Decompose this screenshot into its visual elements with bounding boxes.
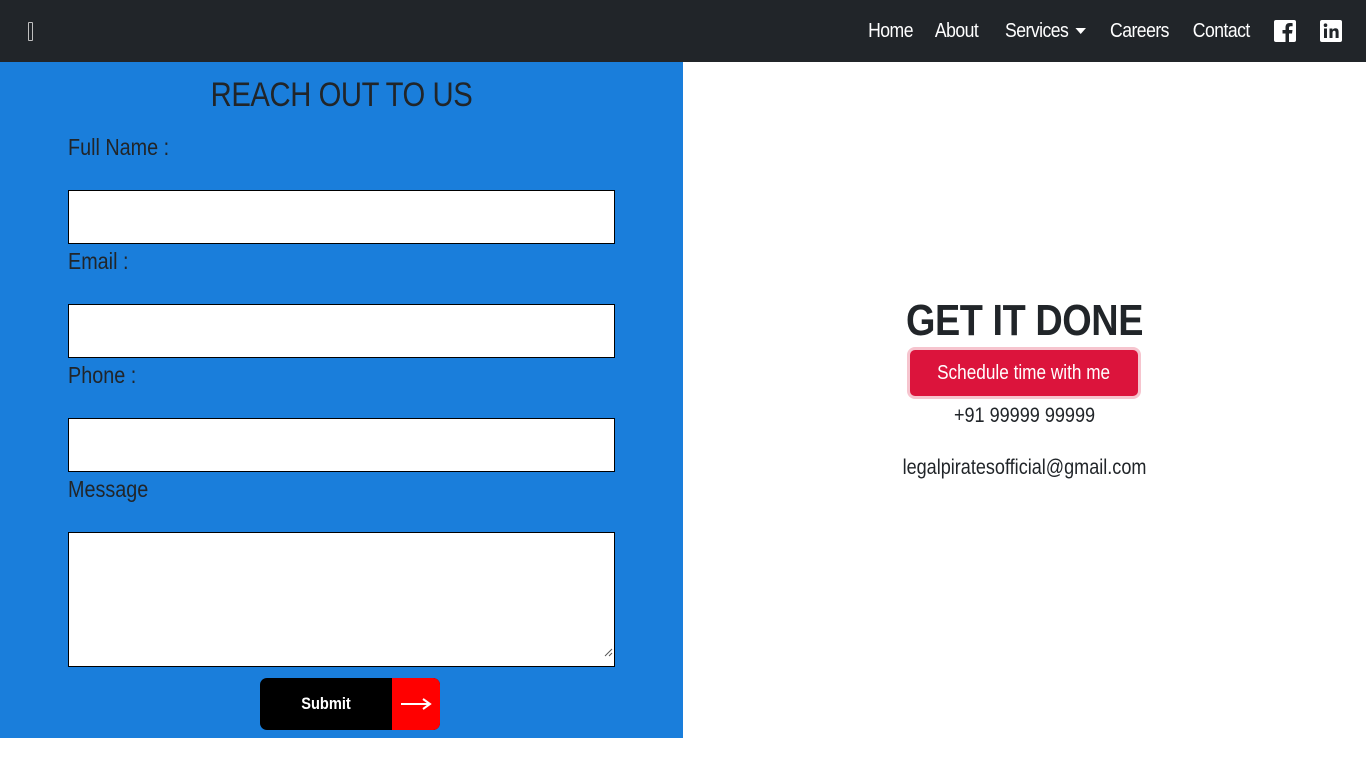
nav-services-dropdown[interactable]: Services [1005,19,1087,43]
nav-careers-link[interactable]: Careers [1110,20,1169,43]
brand-logo[interactable] [28,22,33,41]
contact-form-panel: REACH OUT TO US Full Name : Email : Phon… [0,62,683,738]
phone-input[interactable] [68,418,615,472]
submit-button[interactable]: Submit [260,678,440,730]
nav-services-label: Services [1005,19,1069,42]
phone-label: Phone : [68,362,137,388]
contact-email[interactable]: legalpiratesofficial@gmail.com [731,456,1318,480]
caret-down-icon [1075,28,1087,34]
fullname-label: Full Name : [68,134,170,160]
resize-grip-icon[interactable] [603,647,613,657]
message-label: Message [68,476,149,502]
message-textarea[interactable] [68,532,615,667]
nav-home-link[interactable]: Home [868,20,913,43]
cta-title: GET IT DONE [905,296,1144,345]
contact-phone: +91 99999 99999 [953,404,1096,427]
nav-contact-link[interactable]: Contact [1193,20,1250,43]
top-navbar: Home About Services Careers Contact [0,0,1366,62]
arrow-right-icon [392,678,440,730]
form-title: REACH OUT TO US [210,76,473,114]
submit-label: Submit [301,694,351,713]
facebook-icon[interactable] [1274,20,1296,42]
schedule-button[interactable]: Schedule time with me [910,350,1138,396]
nav-links: Home About Services Careers Contact [862,0,1342,62]
linkedin-icon[interactable] [1320,20,1342,42]
schedule-button-label: Schedule time with me [937,361,1111,384]
nav-about-link[interactable]: About [935,20,979,43]
email-label: Email : [68,248,129,274]
email-input[interactable] [68,304,615,358]
fullname-input[interactable] [68,190,615,244]
